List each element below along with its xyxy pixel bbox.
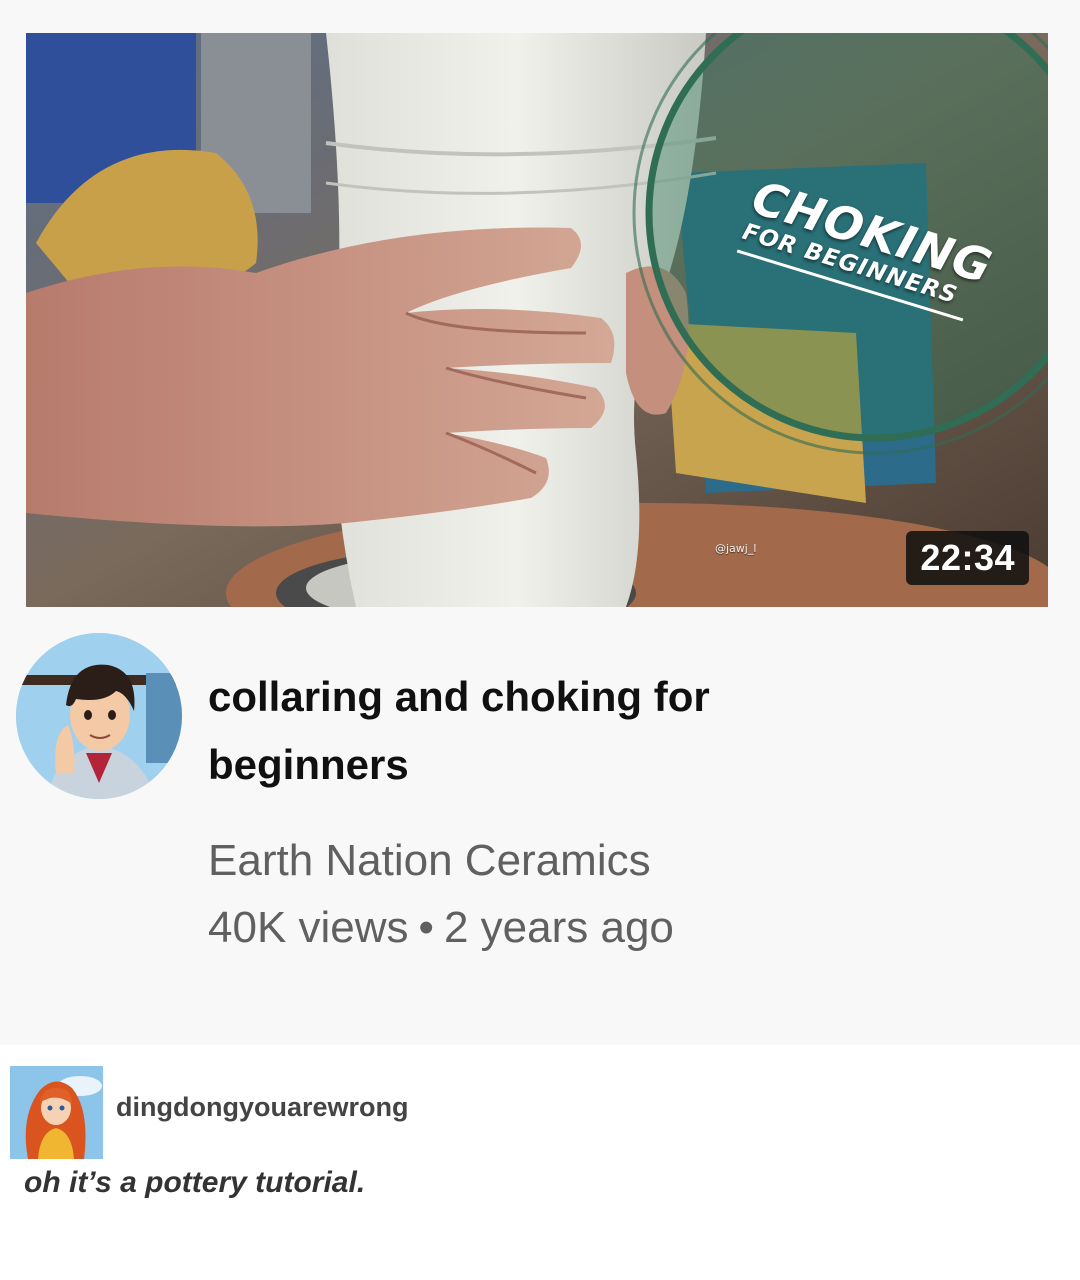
channel-avatar[interactable] — [16, 633, 182, 799]
video-metadata: 40K views • 2 years ago — [208, 903, 674, 953]
video-card[interactable]: CHOKING FOR BEGINNERS @jawj_l 22:34 coll… — [0, 0, 1080, 1045]
meta-separator: • — [418, 903, 434, 952]
user-avatar[interactable] — [10, 1066, 103, 1159]
video-thumbnail[interactable]: CHOKING FOR BEGINNERS @jawj_l 22:34 — [26, 33, 1048, 607]
post-comment: oh it’s a pottery tutorial. — [24, 1166, 366, 1199]
anime-character-avatar-icon — [16, 633, 182, 799]
video-title[interactable]: collaring and choking for beginners — [208, 663, 848, 799]
upload-age: 2 years ago — [443, 903, 674, 952]
video-duration-badge: 22:34 — [906, 531, 1029, 585]
thumbnail-watermark: @jawj_l — [715, 542, 757, 555]
channel-name[interactable]: Earth Nation Ceramics — [208, 836, 651, 886]
pottery-thumbnail-image — [26, 33, 1048, 607]
anime-character-avatar-icon — [10, 1066, 103, 1159]
post-username[interactable]: dingdongyouarewrong — [116, 1092, 408, 1123]
view-count: 40K views — [208, 903, 409, 952]
